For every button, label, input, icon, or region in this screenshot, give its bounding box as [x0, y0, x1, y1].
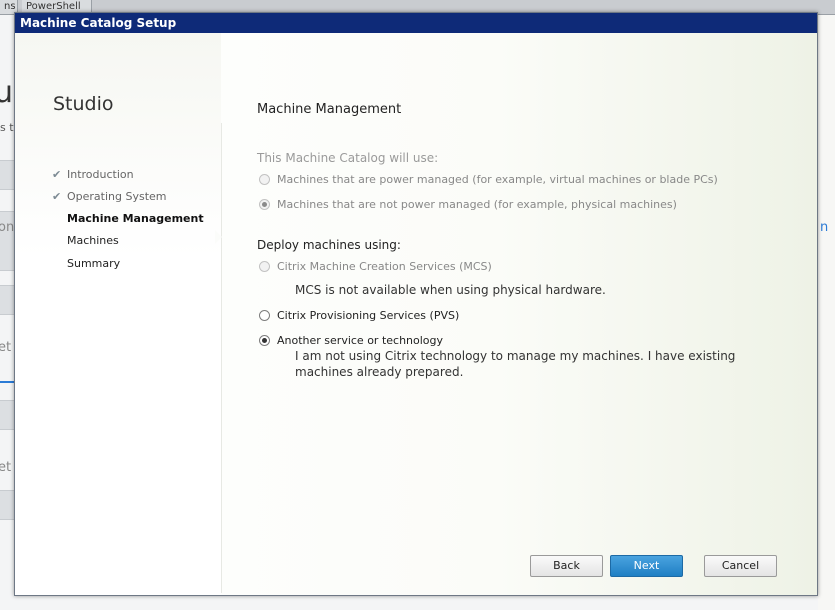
- wizard-steps-pane: Studio ✔ Introduction ✔ Operating System…: [15, 33, 221, 595]
- cancel-button[interactable]: Cancel: [704, 555, 777, 577]
- option-not-power-managed[interactable]: Machines that are not power managed (for…: [259, 198, 677, 211]
- background-right-edge: [818, 15, 835, 610]
- page-heading: Machine Management: [257, 102, 402, 117]
- deploy-section-label: Deploy machines using:: [257, 238, 401, 252]
- step-label: Introduction: [67, 168, 134, 181]
- dialog-body: Studio ✔ Introduction ✔ Operating System…: [15, 33, 817, 595]
- studio-brand: Studio: [53, 93, 114, 115]
- radio-button[interactable]: [259, 310, 270, 321]
- option-label: Another service or technology: [277, 334, 444, 347]
- background-link-fragment[interactable]: n: [820, 220, 828, 235]
- radio-button[interactable]: [259, 261, 270, 272]
- option-pvs[interactable]: Citrix Provisioning Services (PVS): [259, 309, 460, 322]
- mcs-note: MCS is not available when using physical…: [295, 283, 606, 297]
- step-label: Machines: [67, 234, 119, 247]
- step-label: Machine Management: [67, 212, 204, 225]
- power-section-label: This Machine Catalog will use:: [257, 151, 439, 165]
- option-label: Machines that are power managed (for exa…: [277, 173, 718, 186]
- step-introduction: ✔ Introduction: [52, 168, 134, 181]
- machine-catalog-setup-dialog: Machine Catalog Setup Studio ✔ Introduct…: [14, 12, 818, 596]
- option-label: Citrix Machine Creation Services (MCS): [277, 260, 492, 273]
- radio-button[interactable]: [259, 174, 270, 185]
- option-label: Machines that are not power managed (for…: [277, 198, 677, 211]
- back-button[interactable]: Back: [530, 555, 603, 577]
- radio-button-selected[interactable]: [259, 335, 270, 346]
- step-label: Operating System: [67, 190, 167, 203]
- step-label: Summary: [67, 257, 121, 270]
- background-fragment: et: [0, 460, 12, 475]
- radio-button-selected[interactable]: [259, 199, 270, 210]
- current-step-pointer: [215, 230, 222, 244]
- other-technology-description: I am not using Citrix technology to mana…: [295, 349, 736, 379]
- checkmark-icon: ✔: [52, 190, 62, 203]
- option-power-managed[interactable]: Machines that are power managed (for exa…: [259, 173, 718, 186]
- background-fragment: on: [0, 220, 15, 235]
- option-other-technology[interactable]: Another service or technology: [259, 334, 444, 347]
- step-summary: Summary: [67, 257, 120, 270]
- dialog-title[interactable]: Machine Catalog Setup: [15, 13, 817, 33]
- next-button[interactable]: Next: [610, 555, 683, 577]
- option-mcs[interactable]: Citrix Machine Creation Services (MCS): [259, 260, 492, 273]
- checkmark-icon: ✔: [52, 168, 62, 181]
- option-label: Citrix Provisioning Services (PVS): [277, 309, 460, 322]
- background-fragment: et: [0, 340, 12, 355]
- step-machine-management: Machine Management: [67, 212, 204, 225]
- step-machines: Machines: [67, 234, 119, 247]
- background-accent-line: [0, 381, 14, 383]
- pane-divider: [221, 123, 222, 593]
- step-operating-system: ✔ Operating System: [52, 190, 167, 203]
